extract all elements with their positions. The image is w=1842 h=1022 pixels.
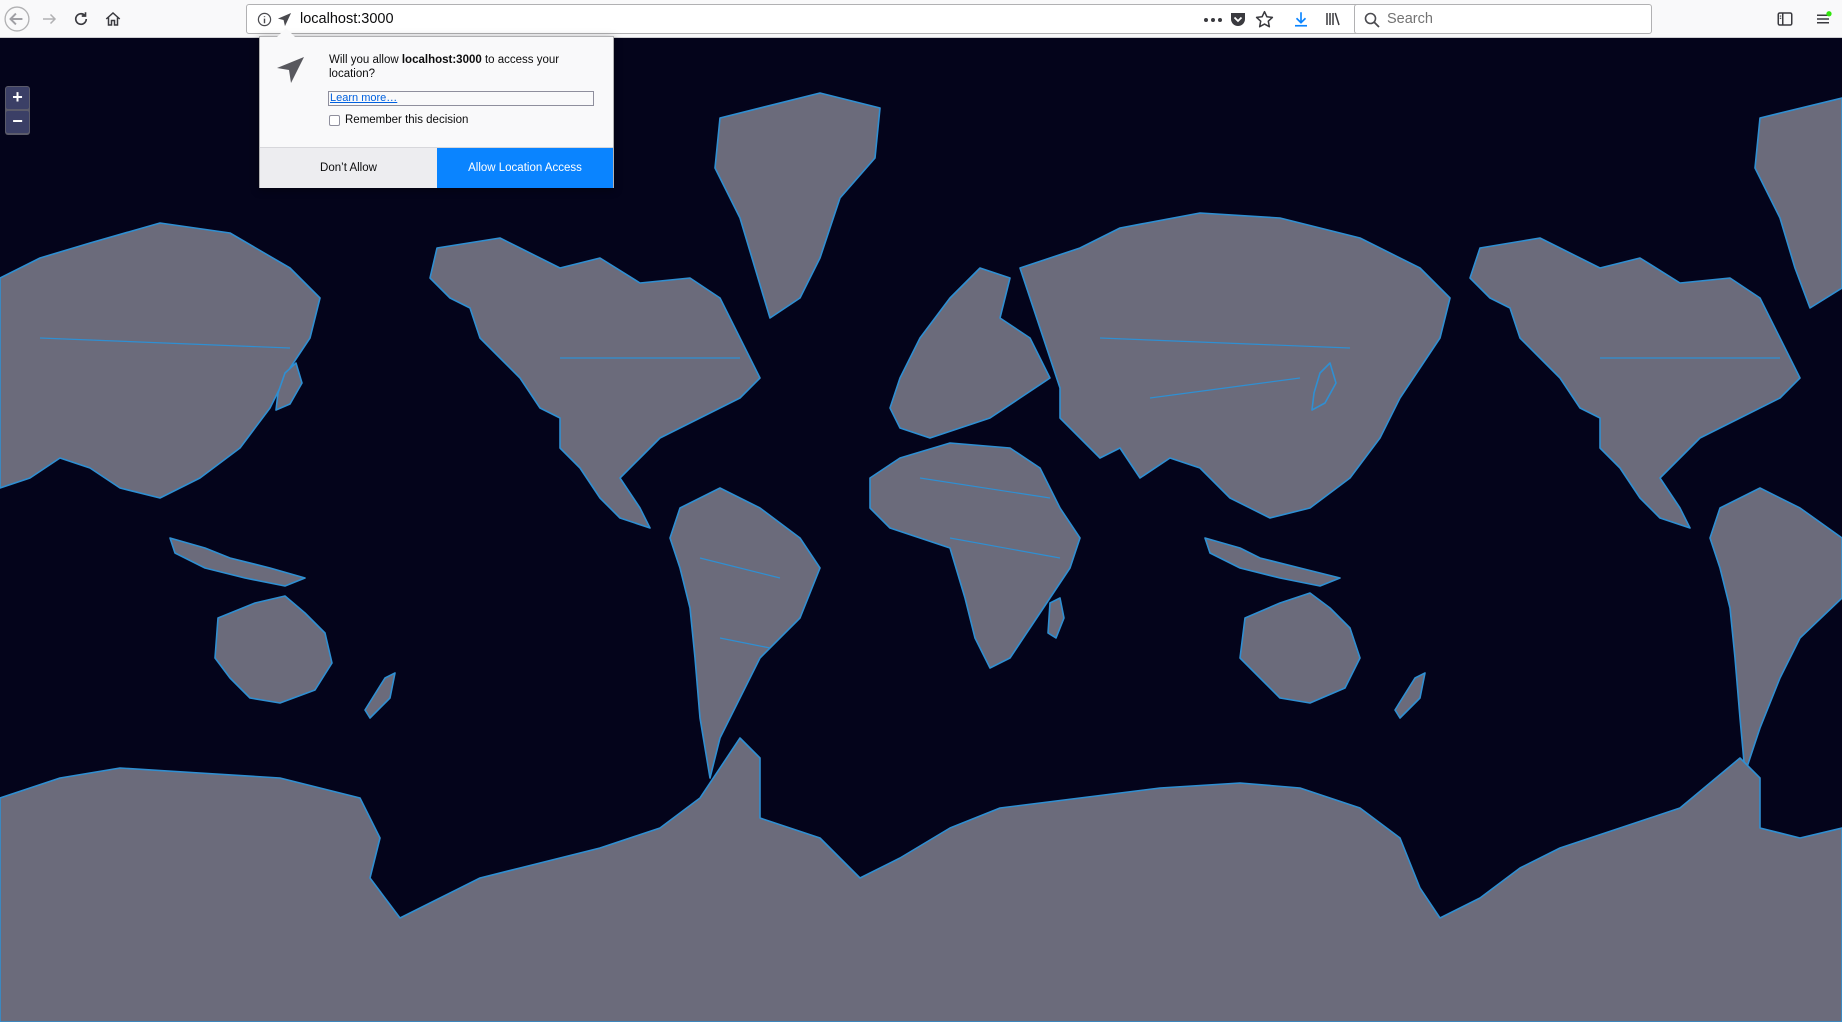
land-indonesia-left: [169, 537, 306, 587]
search-input[interactable]: [1387, 9, 1637, 29]
forward-button[interactable]: [34, 4, 64, 34]
land-antarctica: [0, 737, 1842, 1022]
library-button[interactable]: [1318, 4, 1348, 34]
location-arrow-icon: [277, 57, 304, 83]
land-asia: [1019, 212, 1451, 519]
land-indonesia: [1204, 537, 1341, 587]
reload-icon: [74, 12, 88, 26]
allow-location-button[interactable]: Allow Location Access: [437, 148, 613, 188]
info-icon[interactable]: [257, 12, 272, 27]
dont-allow-button[interactable]: Don’t Allow: [260, 148, 437, 188]
reload-button[interactable]: [66, 4, 96, 34]
land-greenland: [714, 92, 881, 319]
back-arrow-icon: [4, 6, 30, 32]
permission-message: Will you allow localhost:3000 to access …: [329, 54, 560, 80]
downloads-button[interactable]: [1286, 4, 1316, 34]
popup-button-row: Don’t Allow Allow Location Access: [260, 147, 613, 188]
zoom-control: + −: [5, 86, 30, 135]
land-madagascar: [1047, 597, 1065, 639]
land-north-america: [429, 237, 761, 529]
url-bar[interactable]: localhost:3000: [246, 4, 1359, 34]
pocket-icon[interactable]: [1229, 10, 1247, 28]
sidebar-button[interactable]: [1770, 4, 1800, 34]
forward-arrow-icon: [43, 13, 57, 25]
land-australia-left: [214, 595, 333, 704]
hamburger-menu-icon: [1817, 11, 1832, 24]
location-permission-popup: Will you allow localhost:3000 to access …: [259, 28, 614, 188]
search-icon: [1364, 12, 1380, 28]
learn-more-link[interactable]: Learn more…: [328, 91, 594, 106]
land-asia-left: [0, 222, 321, 499]
land-new-zealand-left: [364, 672, 396, 719]
menu-button[interactable]: [1808, 4, 1838, 34]
remember-decision[interactable]: Remember this decision: [329, 114, 468, 126]
home-button[interactable]: [98, 4, 128, 34]
library-icon: [1326, 12, 1340, 26]
download-icon: [1295, 12, 1307, 27]
land-greenland-right: [1754, 97, 1842, 309]
search-bar[interactable]: [1354, 4, 1652, 34]
more-dots-icon[interactable]: [1202, 12, 1224, 28]
land-south-america: [669, 487, 821, 779]
permission-host: localhost:3000: [401, 54, 482, 66]
location-arrow-icon[interactable]: [277, 12, 292, 27]
remember-label: Remember this decision: [345, 114, 469, 126]
land-south-america-right: [1709, 487, 1842, 774]
land-europe: [889, 267, 1051, 439]
zoom-out-button[interactable]: −: [6, 111, 29, 133]
land-north-america-right: [1469, 237, 1801, 529]
back-button[interactable]: [2, 4, 32, 34]
home-icon: [105, 11, 121, 26]
remember-checkbox[interactable]: [329, 114, 340, 126]
sidebar-icon: [1777, 12, 1793, 26]
zoom-in-button[interactable]: +: [6, 87, 29, 109]
url-text[interactable]: localhost:3000: [300, 11, 394, 27]
star-icon[interactable]: [1255, 10, 1274, 29]
land-new-zealand: [1394, 672, 1426, 719]
land-australia: [1239, 592, 1361, 704]
